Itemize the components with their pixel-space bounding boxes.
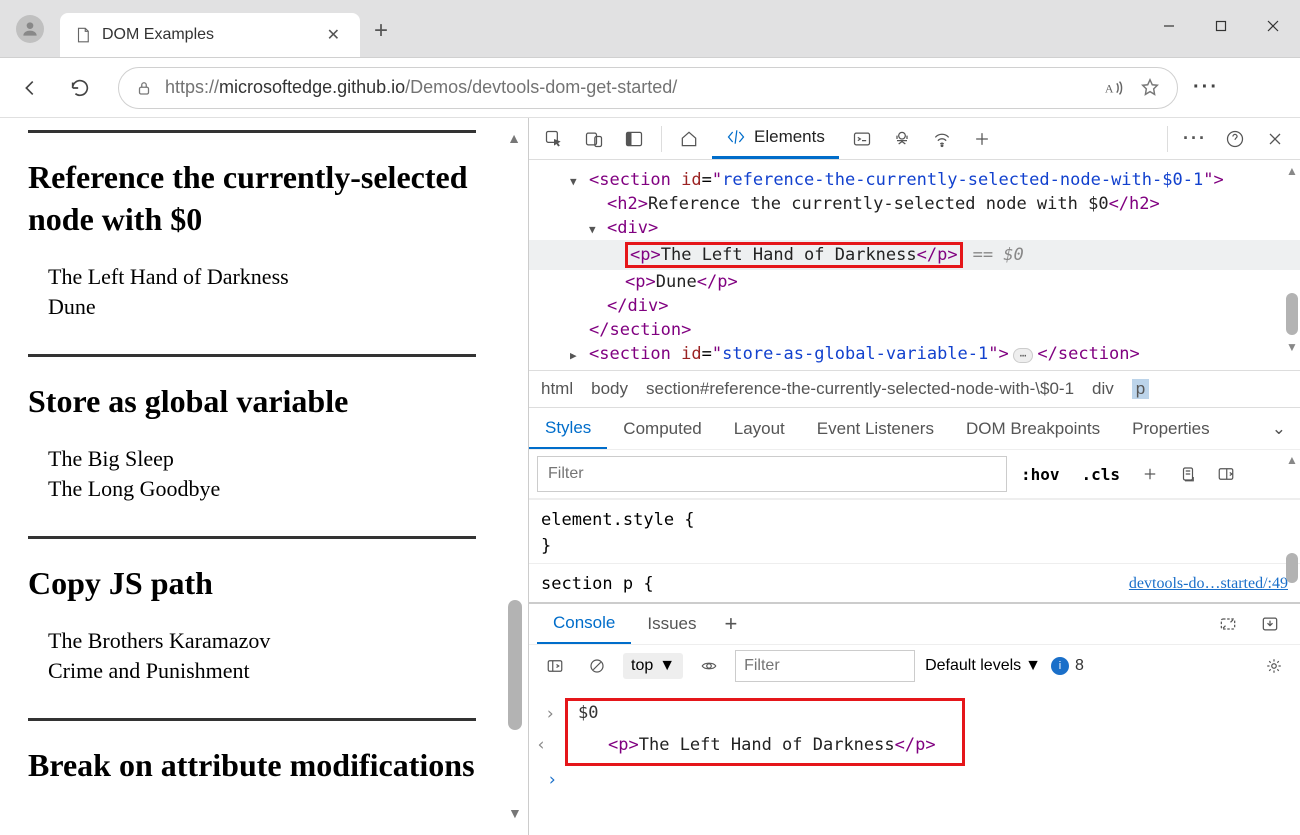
list-item: The Big Sleep: [48, 444, 476, 474]
console-settings-icon[interactable]: [1258, 650, 1290, 682]
browser-menu-button[interactable]: ···: [1184, 66, 1228, 110]
css-rule-element-style[interactable]: element.style { }: [529, 499, 1300, 563]
list-item: The Long Goodbye: [48, 474, 476, 504]
network-tab-icon[interactable]: [925, 122, 959, 156]
elements-tab[interactable]: Elements: [712, 119, 839, 159]
elements-tree[interactable]: ••• ▼<section id="reference-the-currentl…: [529, 160, 1300, 370]
page-icon: [74, 26, 92, 44]
address-bar-row: https://microsoftedge.github.io/Demos/de…: [0, 58, 1300, 118]
read-aloud-icon[interactable]: A: [1103, 77, 1125, 99]
event-listeners-tab[interactable]: Event Listeners: [801, 408, 950, 449]
issues-drawer-tab[interactable]: Issues: [631, 604, 712, 644]
tree-scrollbar[interactable]: ▲▼: [1284, 164, 1300, 354]
console-drawer: Console Issues + top ▼ Default levels ▼ …: [529, 602, 1300, 835]
address-bar[interactable]: https://microsoftedge.github.io/Demos/de…: [118, 67, 1178, 109]
section-heading: Copy JS path: [28, 563, 476, 605]
selected-dom-node[interactable]: <p>The Left Hand of Darkness</p>== $0: [529, 240, 1300, 270]
layout-tab[interactable]: Layout: [718, 408, 801, 449]
add-drawer-tab-icon[interactable]: +: [713, 611, 750, 637]
lock-icon: [135, 79, 153, 97]
minimize-button[interactable]: [1146, 9, 1192, 43]
new-tab-button[interactable]: +: [374, 17, 388, 45]
inspect-element-icon[interactable]: [537, 122, 571, 156]
devtools-tab-strip: Elements ···: [529, 118, 1300, 160]
device-toolbar-icon[interactable]: [577, 122, 611, 156]
page-scrollbar[interactable]: ▲ ▼: [506, 130, 522, 823]
page-section: Reference the currently-selected node wi…: [28, 130, 476, 354]
section-heading: Store as global variable: [28, 381, 476, 423]
source-link[interactable]: devtools-do…started/:49: [1129, 572, 1288, 596]
page-section: Copy JS path The Brothers Karamazov Crim…: [28, 536, 476, 718]
console-drawer-tab[interactable]: Console: [537, 604, 631, 644]
welcome-tab-icon[interactable]: [672, 122, 706, 156]
page-section: Break on attribute modifications: [28, 718, 476, 835]
list-item: Crime and Punishment: [48, 656, 476, 686]
tab-title: DOM Examples: [102, 26, 311, 44]
log-level-selector[interactable]: Default levels ▼: [925, 657, 1041, 675]
dom-breadcrumb[interactable]: html body section#reference-the-currentl…: [529, 370, 1300, 407]
css-rule-section-p[interactable]: section p { devtools-do…started/:49: [529, 563, 1300, 602]
back-button[interactable]: [8, 66, 52, 110]
window-controls: [1146, 9, 1300, 57]
sources-tab-icon[interactable]: [885, 122, 919, 156]
cls-toggle[interactable]: .cls: [1074, 461, 1129, 488]
favorite-icon[interactable]: [1139, 77, 1161, 99]
styles-scrollbar[interactable]: ▲: [1284, 453, 1300, 583]
live-expression-icon[interactable]: [693, 650, 725, 682]
toggle-screencast-icon[interactable]: [617, 122, 651, 156]
hov-toggle[interactable]: :hov: [1013, 461, 1068, 488]
page-content-pane: Reference the currently-selected node wi…: [0, 118, 528, 835]
browser-tab[interactable]: DOM Examples ✕: [60, 13, 360, 57]
browser-tab-strip: DOM Examples ✕ +: [0, 0, 1300, 58]
dom-breakpoints-tab[interactable]: DOM Breakpoints: [950, 408, 1116, 449]
console-sidebar-icon[interactable]: [539, 650, 571, 682]
help-icon[interactable]: [1218, 122, 1252, 156]
properties-tab[interactable]: Properties: [1116, 408, 1225, 449]
refresh-button[interactable]: [58, 66, 102, 110]
tab-close-icon[interactable]: ✕: [321, 23, 346, 47]
styles-tab[interactable]: Styles: [529, 408, 607, 449]
page-section: Store as global variable The Big Sleep T…: [28, 354, 476, 536]
clear-console-icon[interactable]: [581, 650, 613, 682]
close-devtools-icon[interactable]: [1258, 122, 1292, 156]
url-text: https://microsoftedge.github.io/Demos/de…: [165, 77, 677, 98]
computed-sidebar-icon[interactable]: [1210, 458, 1242, 490]
chevron-down-icon[interactable]: ⌄: [1258, 419, 1300, 439]
elements-icon: [726, 127, 746, 147]
copy-styles-icon[interactable]: [1172, 458, 1204, 490]
section-heading: Break on attribute modifications: [28, 745, 476, 787]
computed-tab[interactable]: Computed: [607, 408, 717, 449]
more-tabs-icon[interactable]: [965, 122, 999, 156]
list-item: The Left Hand of Darkness: [48, 262, 476, 292]
drawer-dock-icon[interactable]: [1254, 608, 1286, 640]
section-heading: Reference the currently-selected node wi…: [28, 157, 476, 240]
console-filter-input[interactable]: [735, 650, 915, 682]
console-tab-icon[interactable]: [845, 122, 879, 156]
new-style-rule-icon[interactable]: [1134, 458, 1166, 490]
drawer-expand-icon[interactable]: [1212, 608, 1244, 640]
devtools-more-icon[interactable]: ···: [1178, 122, 1212, 156]
profile-avatar[interactable]: [16, 15, 44, 43]
devtools-panel: Elements ··· ••• ▼<section id="reference…: [528, 118, 1300, 835]
styles-tabstrip: Styles Computed Layout Event Listeners D…: [529, 407, 1300, 449]
console-output[interactable]: › $0 ‹ <p>The Left Hand of Darkness</p> …: [529, 688, 1300, 804]
info-icon: i: [1051, 657, 1069, 675]
list-item: The Brothers Karamazov: [48, 626, 476, 656]
highlighted-console-entry: $0 ‹ <p>The Left Hand of Darkness</p>: [565, 698, 965, 766]
context-selector[interactable]: top ▼: [623, 653, 683, 679]
close-window-button[interactable]: [1250, 9, 1296, 43]
maximize-button[interactable]: [1198, 9, 1244, 43]
svg-text:A: A: [1105, 81, 1114, 95]
issues-counter[interactable]: i8: [1051, 657, 1084, 675]
styles-toolbar: :hov .cls: [529, 449, 1300, 499]
console-toolbar: top ▼ Default levels ▼ i8: [529, 644, 1300, 688]
styles-filter-input[interactable]: [537, 456, 1007, 492]
list-item: Dune: [48, 292, 476, 322]
